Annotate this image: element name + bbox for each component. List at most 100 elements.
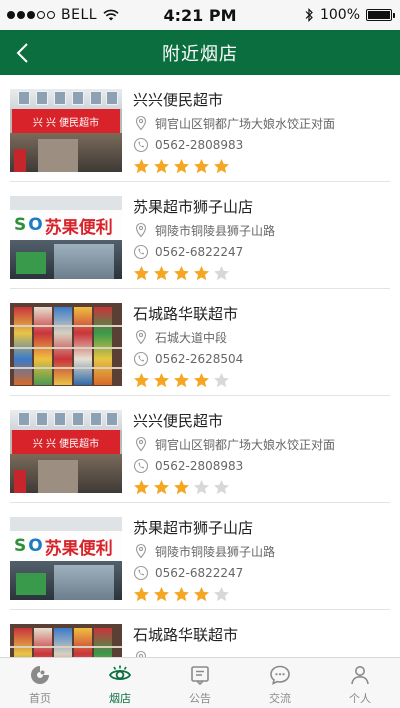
store-sign: 苏果便利 xyxy=(44,538,113,559)
store-sign: 苏果便利 xyxy=(44,217,113,238)
star-filled-icon xyxy=(194,373,209,388)
store-address-row: 铜官山区铜都广场大娘水饺正对面 xyxy=(133,113,390,133)
store-photo: 兴 兴 便民超市 xyxy=(10,410,122,493)
battery-percent: 100% xyxy=(319,7,360,23)
store-photo xyxy=(10,624,122,657)
store-item[interactable]: S O 苏果便利 苏果超市狮子山店 铜陵市铜陵县狮子山路 0562-6822247 xyxy=(0,182,400,289)
store-address-row: 铜陵市铜陵县狮子山路 xyxy=(133,541,390,561)
store-name: 苏果超市狮子山店 xyxy=(133,198,254,216)
home-logo-icon xyxy=(31,666,49,684)
store-info: 兴兴便民超市 铜官山区铜都广场大娘水饺正对面 0562-2808983 xyxy=(133,410,390,497)
store-phone-row[interactable]: 0562-2628504 xyxy=(133,349,390,369)
battery-icon xyxy=(366,9,395,21)
store-address-row: 铜陵市铜陵县狮子山路 xyxy=(133,220,390,240)
status-left: BELL xyxy=(0,7,150,23)
bluetooth-icon xyxy=(305,8,313,22)
tab-stores[interactable]: 烟店 xyxy=(80,658,160,708)
notice-icon xyxy=(191,666,209,686)
rating-stars xyxy=(133,372,390,390)
store-address: 铜陵市铜陵县狮子山路 xyxy=(155,544,276,559)
store-item[interactable]: 兴 兴 便民超市 兴兴便民超市 铜官山区铜都广场大娘水饺正对面 0562-280… xyxy=(0,75,400,182)
star-empty-icon xyxy=(214,266,229,281)
location-pin-icon xyxy=(135,543,147,559)
back-button[interactable] xyxy=(8,30,38,75)
store-photo xyxy=(10,303,122,386)
status-bar: BELL 4:21 PM 100% xyxy=(0,0,400,30)
store-address-row xyxy=(133,648,390,657)
tab-label: 烟店 xyxy=(109,692,131,705)
rating-stars xyxy=(133,586,390,604)
rating-stars xyxy=(133,158,390,176)
tab-notice[interactable]: 公告 xyxy=(160,658,240,708)
store-item[interactable]: 石城路华联超市 石城大道中段 0562-2628504 xyxy=(0,289,400,396)
phone-icon xyxy=(133,244,149,260)
phone-icon xyxy=(133,458,149,474)
phone-icon xyxy=(133,351,149,367)
tab-label: 个人 xyxy=(349,692,371,705)
store-info: 苏果超市狮子山店 铜陵市铜陵县狮子山路 0562-6822247 xyxy=(133,517,390,604)
store-info: 石城路华联超市 xyxy=(133,624,390,657)
store-phone-row[interactable]: 0562-2808983 xyxy=(133,456,390,476)
store-address: 铜官山区铜都广场大娘水饺正对面 xyxy=(155,437,336,452)
store-address: 石城大道中段 xyxy=(155,330,228,345)
phone-icon xyxy=(133,565,149,581)
store-item[interactable]: S O 苏果便利 苏果超市狮子山店 铜陵市铜陵县狮子山路 0562-6822247 xyxy=(0,503,400,610)
tab-profile[interactable]: 个人 xyxy=(320,658,400,708)
tab-label: 首页 xyxy=(29,692,51,705)
store-item[interactable]: 兴 兴 便民超市 兴兴便民超市 铜官山区铜都广场大娘水饺正对面 0562-280… xyxy=(0,396,400,503)
store-phone: 0562-6822247 xyxy=(155,245,244,259)
phone-icon xyxy=(133,137,149,153)
store-name: 苏果超市狮子山店 xyxy=(133,519,254,537)
user-icon xyxy=(351,666,369,685)
store-item[interactable]: 石城路华联超市 xyxy=(0,610,400,657)
tab-bar: 首页 烟店 公告 交流 个人 xyxy=(0,657,400,708)
tab-chat[interactable]: 交流 xyxy=(240,658,320,708)
star-filled-icon xyxy=(174,587,189,602)
star-filled-icon xyxy=(194,587,209,602)
location-pin-icon xyxy=(135,650,147,657)
store-phone-row[interactable]: 0562-6822247 xyxy=(133,563,390,583)
wifi-icon xyxy=(103,9,119,21)
star-filled-icon xyxy=(134,266,149,281)
store-sign: 兴 兴 便民超市 xyxy=(12,430,120,454)
chat-icon xyxy=(270,665,290,685)
signal-strength-icon xyxy=(7,11,55,19)
star-empty-icon xyxy=(214,587,229,602)
store-phone: 0562-2808983 xyxy=(155,138,244,152)
star-filled-icon xyxy=(154,266,169,281)
store-phone: 0562-6822247 xyxy=(155,566,244,580)
store-name: 兴兴便民超市 xyxy=(133,91,224,109)
location-pin-icon xyxy=(135,222,147,238)
nav-bar: 附近烟店 xyxy=(0,30,400,75)
star-filled-icon xyxy=(174,266,189,281)
star-filled-icon xyxy=(154,159,169,174)
store-phone-row[interactable]: 0562-6822247 xyxy=(133,242,390,262)
eye-icon xyxy=(108,665,132,681)
store-name: 石城路华联超市 xyxy=(133,626,239,644)
store-name: 兴兴便民超市 xyxy=(133,412,224,430)
location-pin-icon xyxy=(135,329,147,345)
star-filled-icon xyxy=(174,159,189,174)
star-filled-icon xyxy=(134,373,149,388)
star-empty-icon xyxy=(194,480,209,495)
carrier-name: BELL xyxy=(61,7,98,23)
chevron-left-icon xyxy=(16,42,28,63)
store-list[interactable]: 兴 兴 便民超市 兴兴便民超市 铜官山区铜都广场大娘水饺正对面 0562-280… xyxy=(0,75,400,657)
star-filled-icon xyxy=(134,159,149,174)
page-title: 附近烟店 xyxy=(162,43,238,65)
status-right: 100% xyxy=(304,7,395,23)
star-filled-icon xyxy=(134,480,149,495)
store-info: 苏果超市狮子山店 铜陵市铜陵县狮子山路 0562-6822247 xyxy=(133,196,390,283)
tab-label: 交流 xyxy=(269,692,291,705)
tab-home[interactable]: 首页 xyxy=(0,658,80,708)
star-filled-icon xyxy=(134,587,149,602)
star-empty-icon xyxy=(214,373,229,388)
store-photo: S O 苏果便利 xyxy=(10,196,122,279)
star-filled-icon xyxy=(194,159,209,174)
star-filled-icon xyxy=(154,587,169,602)
store-address: 铜陵市铜陵县狮子山路 xyxy=(155,223,276,238)
store-address-row: 铜官山区铜都广场大娘水饺正对面 xyxy=(133,434,390,454)
rating-stars xyxy=(133,265,390,283)
store-phone-row[interactable]: 0562-2808983 xyxy=(133,135,390,155)
location-pin-icon xyxy=(135,115,147,131)
